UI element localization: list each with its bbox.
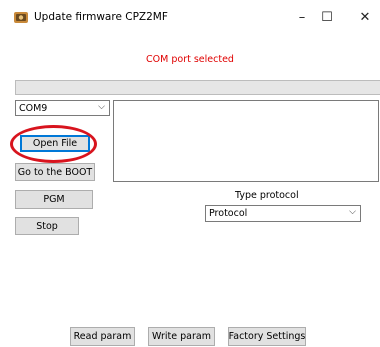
annotation-circle — [10, 125, 97, 163]
app-icon — [14, 12, 28, 23]
com-port-value: COM9 — [19, 102, 48, 114]
read-param-button[interactable]: Read param — [70, 327, 135, 346]
write-param-button[interactable]: Write param — [148, 327, 215, 346]
stop-button[interactable]: Stop — [15, 217, 79, 235]
log-textarea[interactable] — [113, 100, 379, 182]
title-bar[interactable]: Update firmware CPZ2MF – ☐ ✕ — [0, 0, 380, 36]
window-title: Update firmware CPZ2MF — [34, 11, 168, 23]
minimize-button[interactable]: – — [292, 9, 312, 27]
com-port-select[interactable]: COM9 ⌵ — [15, 100, 110, 116]
status-text: COM port selected — [146, 54, 234, 65]
protocol-label: Type protocol — [235, 190, 299, 201]
pgm-button[interactable]: PGM — [15, 190, 93, 209]
chevron-down-icon: ⌵ — [349, 207, 356, 217]
factory-settings-button[interactable]: Factory Settings — [228, 327, 306, 346]
go-to-boot-button[interactable]: Go to the BOOT — [15, 163, 95, 181]
chevron-down-icon: ⌵ — [98, 102, 105, 112]
protocol-value: Protocol — [209, 208, 248, 219]
progress-bar — [15, 80, 380, 95]
close-button[interactable]: ✕ — [355, 9, 375, 27]
protocol-select[interactable]: Protocol ⌵ — [205, 205, 361, 222]
maximize-button[interactable]: ☐ — [317, 9, 337, 27]
